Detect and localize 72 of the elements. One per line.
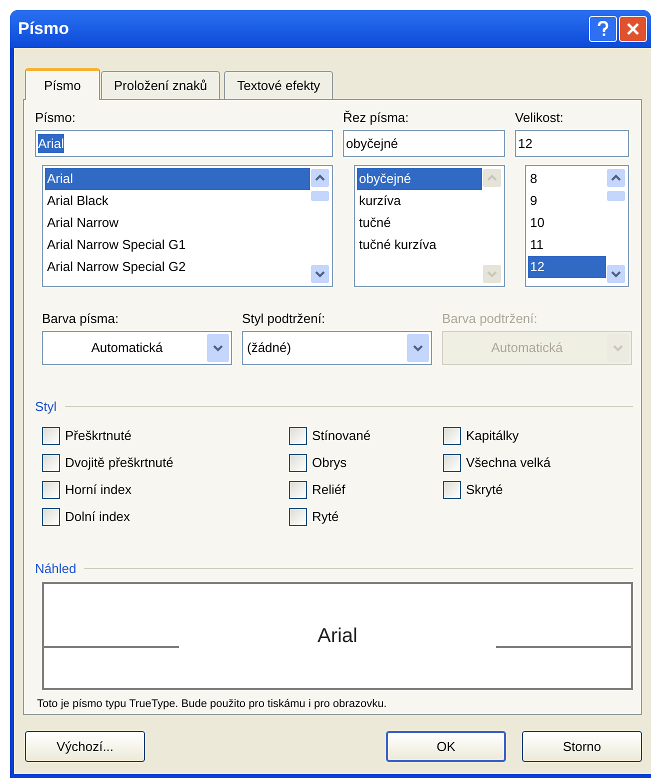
checkbox[interactable] xyxy=(443,481,461,499)
scroll-up-button[interactable] xyxy=(606,168,626,188)
checkbox[interactable] xyxy=(42,481,60,499)
group-title: Náhled xyxy=(35,560,76,578)
checkbox[interactable] xyxy=(42,454,60,472)
dropdown-button[interactable] xyxy=(407,334,429,362)
scroll-down-button[interactable] xyxy=(310,264,330,284)
help-button[interactable] xyxy=(589,16,617,42)
scrollbar[interactable] xyxy=(606,168,626,284)
group-title: Styl xyxy=(35,398,57,416)
scroll-up-button[interactable] xyxy=(310,168,330,188)
list-item[interactable]: 12 xyxy=(528,256,606,278)
tab[interactable]: Textové efekty xyxy=(224,71,334,99)
checkbox[interactable] xyxy=(289,454,307,472)
checkbox-label: Dolní index xyxy=(65,508,130,526)
list-item[interactable]: 8 xyxy=(528,168,606,190)
checkbox-label: Obrys xyxy=(312,454,347,472)
window-title: Písmo xyxy=(18,18,70,40)
dialog-button[interactable]: Výchozí... xyxy=(25,731,145,762)
scrollbar[interactable] xyxy=(310,168,330,284)
checkbox[interactable] xyxy=(443,427,461,445)
list-item[interactable]: 10 xyxy=(528,212,606,234)
checkbox[interactable] xyxy=(42,427,60,445)
list-item[interactable]: Arial Narrow Special G2 xyxy=(45,256,310,278)
dropdown[interactable]: Automatická xyxy=(42,331,232,365)
scroll-thumb[interactable] xyxy=(311,191,329,201)
checkbox-label: Skryté xyxy=(466,481,503,500)
list-item[interactable]: Arial Narrow Special G1 xyxy=(45,234,310,256)
checkbox-label: Dvojitě přeškrtnuté xyxy=(65,454,174,472)
list-item[interactable]: Arial Narrow xyxy=(45,212,310,234)
dropdown-button[interactable] xyxy=(207,334,229,362)
checkbox-label: Ryté xyxy=(312,508,339,526)
input-field[interactable]: obyčejné xyxy=(343,130,505,157)
dialog-button[interactable]: OK xyxy=(386,731,506,762)
checkbox-label: Kapitálky xyxy=(466,427,519,446)
field-label: Písmo: xyxy=(35,109,76,127)
list-item[interactable]: tučné kurzíva xyxy=(357,234,482,256)
scroll-down-button[interactable] xyxy=(606,264,626,284)
checkbox-label: Přeškrtnuté xyxy=(65,427,132,446)
tab[interactable]: Písmo xyxy=(25,68,100,100)
close-icon xyxy=(626,22,640,36)
checkbox[interactable] xyxy=(42,508,60,526)
checkbox[interactable] xyxy=(289,508,307,526)
field-label: Řez písma: xyxy=(343,109,410,127)
field-label: Styl podtržení: xyxy=(242,310,326,328)
checkbox[interactable] xyxy=(289,427,307,445)
dropdown[interactable]: (žádné) xyxy=(242,331,432,365)
list-item[interactable]: 9 xyxy=(528,190,606,212)
checkbox[interactable] xyxy=(443,454,461,472)
checkbox[interactable] xyxy=(289,481,307,499)
close-button[interactable] xyxy=(619,16,647,42)
field-label: Velikost: xyxy=(515,109,564,127)
tab[interactable]: Proložení znaků xyxy=(100,71,220,99)
input-field[interactable]: 12 xyxy=(515,130,629,157)
list-item[interactable]: obyčejné xyxy=(357,168,482,190)
checkbox-label: Horní index xyxy=(65,481,132,500)
field-label: Barva písma: xyxy=(42,310,120,328)
checkbox-label: Stínované xyxy=(312,427,371,446)
list-item[interactable]: Arial xyxy=(45,168,310,190)
input-field[interactable]: Arial xyxy=(35,130,333,157)
checkbox-label: Všechna velká xyxy=(466,454,551,472)
list-item[interactable]: tučné xyxy=(357,212,482,234)
field-label: Barva podtržení: xyxy=(442,310,538,328)
list-item[interactable]: kurzíva xyxy=(357,190,482,212)
list-item[interactable]: Arial Black xyxy=(45,190,310,212)
help-icon xyxy=(597,21,609,37)
list-item[interactable]: 11 xyxy=(528,234,606,256)
dialog-button[interactable]: Storno xyxy=(522,731,642,762)
scroll-thumb[interactable] xyxy=(607,191,625,201)
preview-sample: Arial xyxy=(317,624,358,649)
checkbox-label: Reliéf xyxy=(312,481,346,500)
font-info-text: Toto je písmo typu TrueType. Bude použito pro tiskámu i pro obrazovku. xyxy=(37,697,388,712)
